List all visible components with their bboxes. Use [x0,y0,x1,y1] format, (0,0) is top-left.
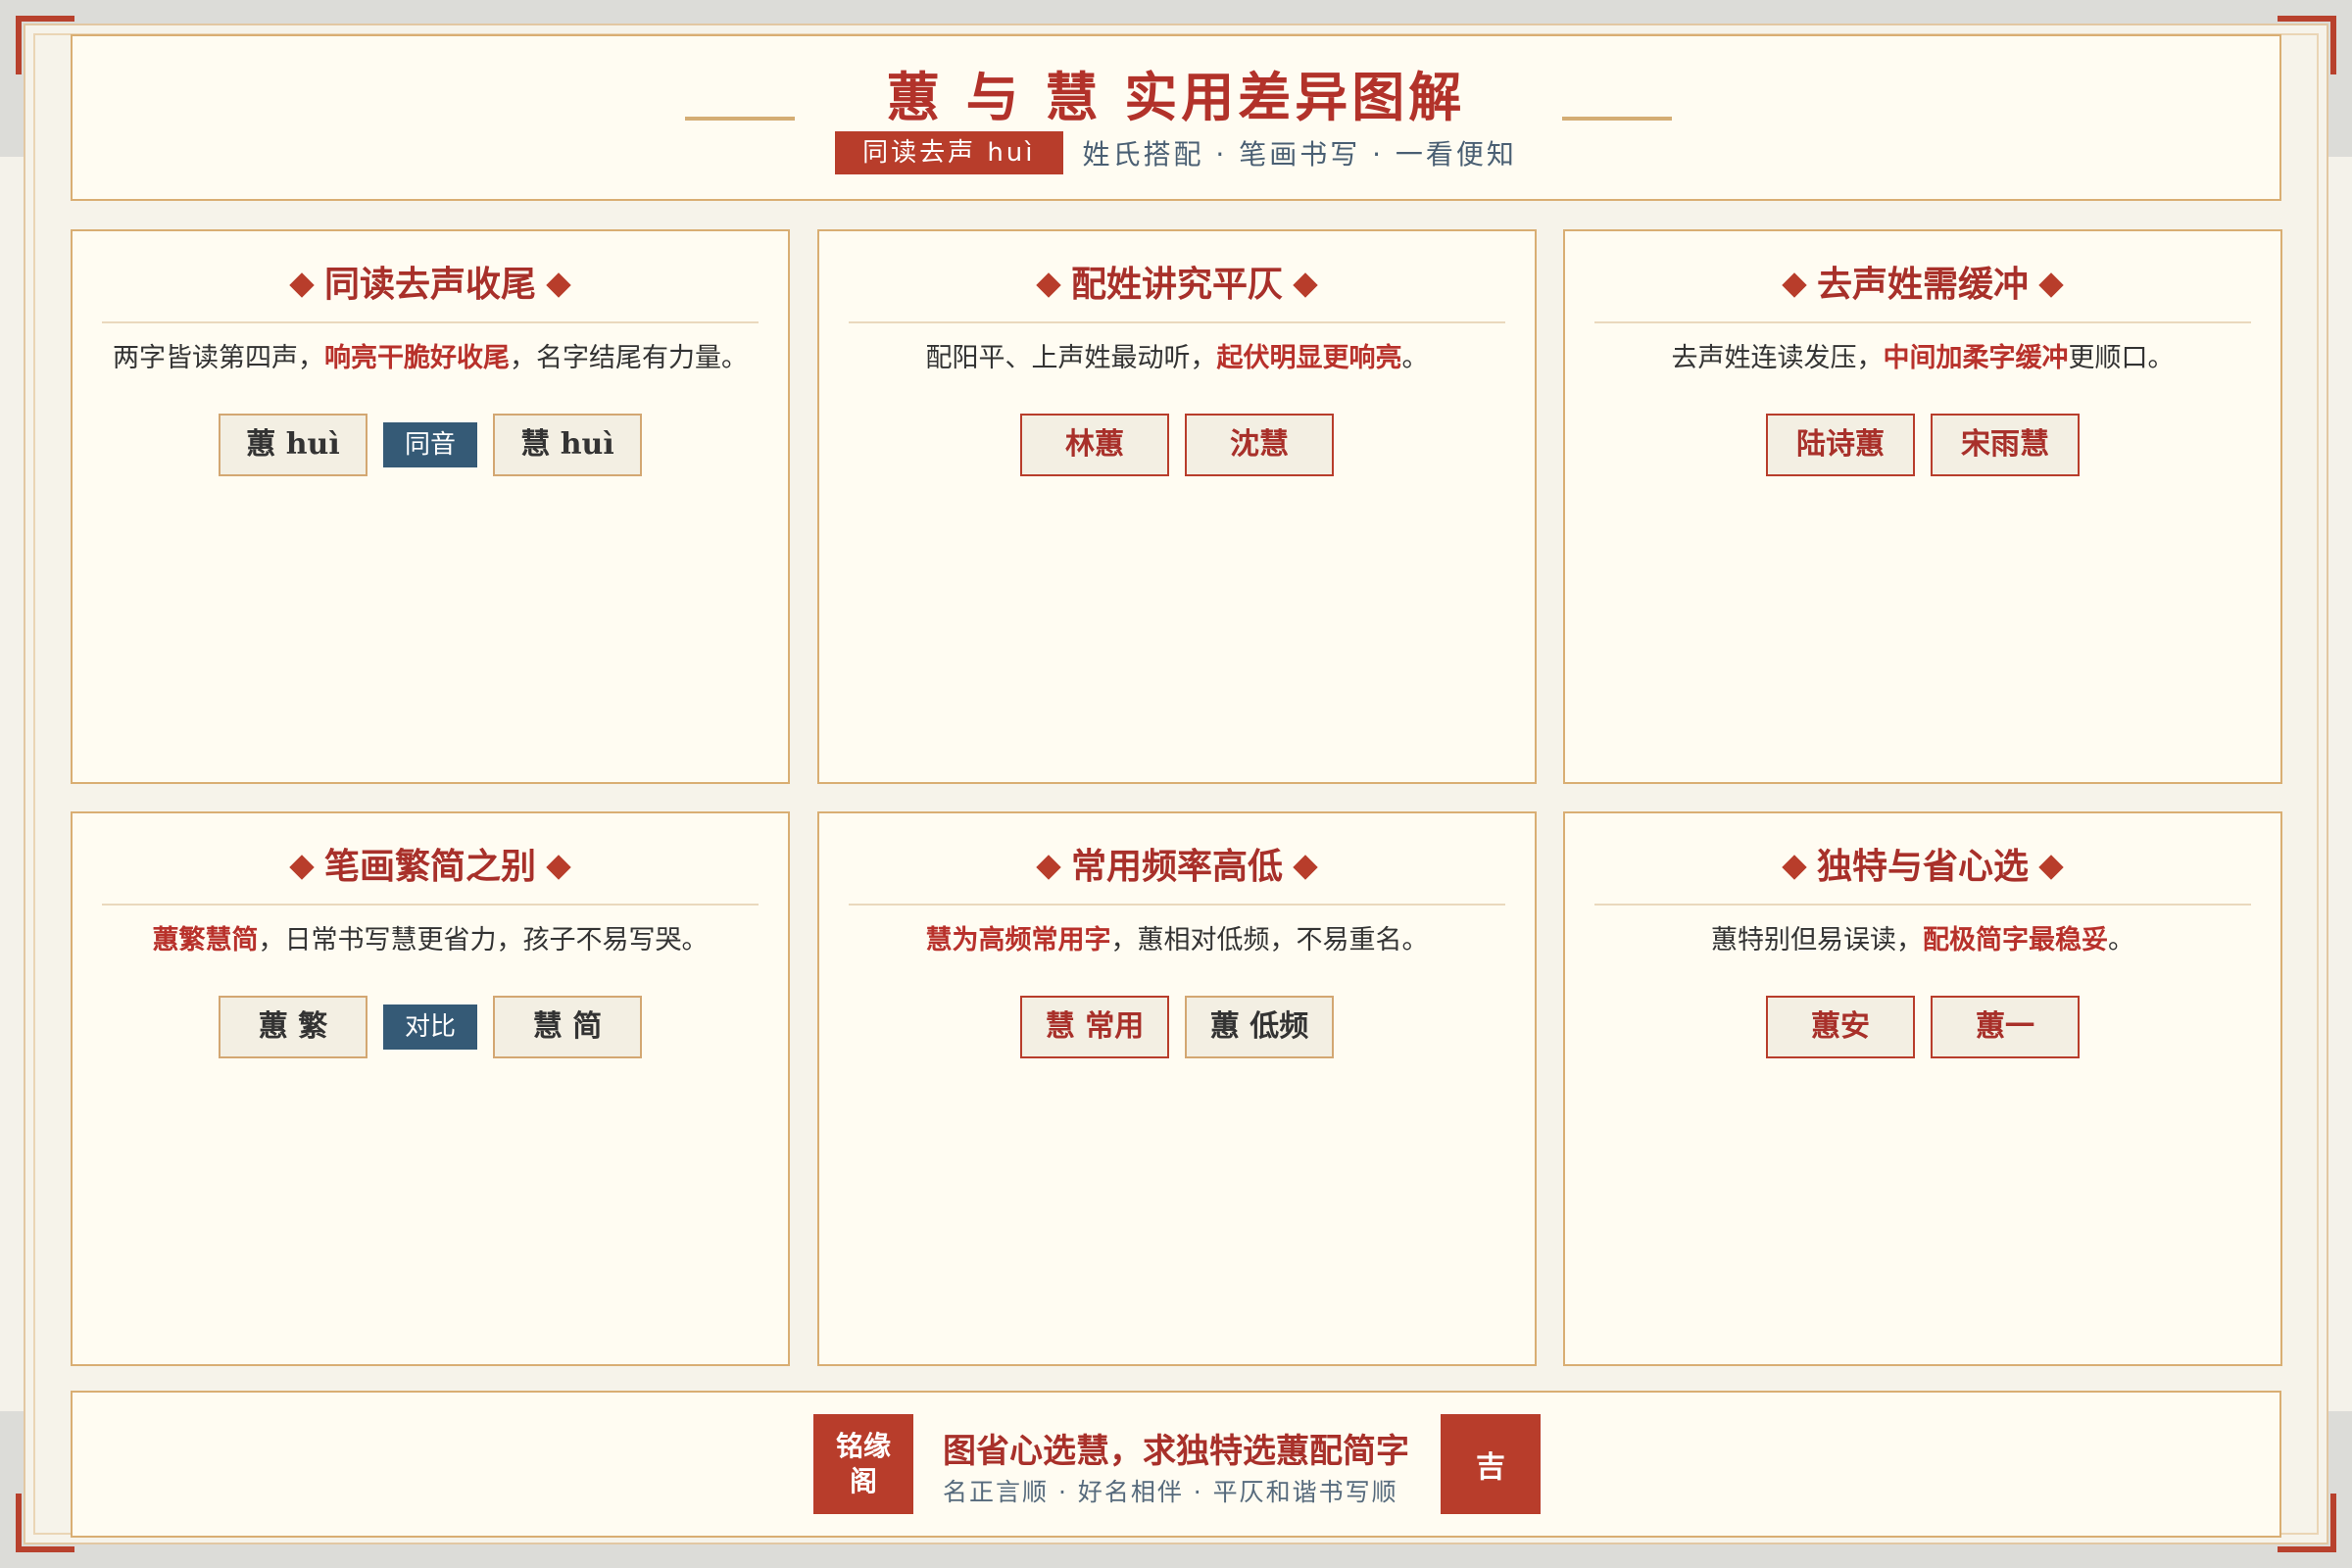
example-tags: 慧 常用 蕙 低频 [819,996,1535,1058]
card-same-tone: 同读去声收尾 两字皆读第四声，响亮干脆好收尾，名字结尾有力量。 蕙 huì 同音… [71,229,790,784]
diamond-icon [1036,272,1061,298]
card-header: 独特与省心选 [1594,841,2251,906]
card-title: 常用频率高低 [1070,846,1283,887]
example-tags: 林蕙 沈慧 [819,414,1535,476]
diamond-icon [546,855,571,880]
desc-highlight: 配极简字最稳妥 [1923,925,2108,956]
diamond-icon [1782,855,1807,880]
diamond-icon [1036,855,1061,880]
diamond-icon [2038,855,2064,880]
desc-highlight: 起伏明显更响亮 [1216,343,1402,373]
card-description: 去声姓连读发压，中间加柔字缓冲更顺口。 [1585,339,2261,378]
diamond-icon [289,855,315,880]
example-tag: 蕙 低频 [1185,996,1334,1058]
relation-badge: 同音 [383,422,477,467]
card-header: 同读去声收尾 [102,259,759,323]
page-subtitle: 姓氏搭配 · 笔画书写 · 一看便知 [1082,138,1517,171]
luck-seal: 吉 [1441,1414,1541,1514]
card-description: 两字皆读第四声，响亮干脆好收尾，名字结尾有力量。 [92,339,768,378]
card-description: 蕙繁慧简，日常书写慧更省力，孩子不易写哭。 [92,921,768,960]
corner-ornament-top-right [2278,16,2336,74]
card-buffer-word: 去声姓需缓冲 去声姓连读发压，中间加柔字缓冲更顺口。 陆诗蕙 宋雨慧 [1563,229,2282,784]
pronunciation-badge: 同读去声 huì [835,131,1063,174]
example-tag: 慧 常用 [1020,996,1169,1058]
desc-text: 更顺口。 [2068,343,2175,373]
footer-slogan: 图省心选慧，求独特选蕙配简字 [943,1432,1409,1471]
desc-highlight: 慧为高频常用字 [925,925,1111,956]
diamond-icon [1782,272,1807,298]
desc-highlight: 响亮干脆好收尾 [324,343,510,373]
page-title: 蕙 与 慧 实用差异图解 [886,66,1466,128]
card-stroke-complexity: 笔画繁简之别 蕙繁慧简，日常书写慧更省力，孩子不易写哭。 蕙 繁 对比 慧 简 [71,811,790,1366]
card-title: 独特与省心选 [1816,846,2029,887]
desc-text: 。 [1401,343,1429,373]
relation-badge: 对比 [383,1004,477,1050]
example-tag: 陆诗蕙 [1766,414,1915,476]
corner-ornament-bottom-left [16,1494,74,1552]
subtitle-row: 同读去声 huì 姓氏搭配 · 笔画书写 · 一看便知 [73,131,2279,174]
card-unique-choice: 独特与省心选 蕙特别但易误读，配极简字最稳妥。 蕙安 蕙一 [1563,811,2282,1366]
example-tag: 沈慧 [1185,414,1334,476]
example-tag: 慧 huì [493,414,642,476]
diamond-icon [2038,272,2064,298]
diamond-icon [546,272,571,298]
example-tag: 蕙 繁 [219,996,368,1058]
card-title: 去声姓需缓冲 [1816,264,2029,305]
card-description: 慧为高频常用字，蕙相对低频，不易重名。 [839,921,1515,960]
example-tag: 慧 简 [493,996,642,1058]
example-tag: 蕙安 [1766,996,1915,1058]
example-tag: 蕙 huì [219,414,368,476]
footer-subtitle: 名正言顺 · 好名相伴 · 平仄和谐书写顺 [943,1478,1398,1506]
footer-panel: 铭缘阁 图省心选慧，求独特选蕙配简字 名正言顺 · 好名相伴 · 平仄和谐书写顺… [71,1391,2281,1538]
card-title: 同读去声收尾 [323,264,536,305]
card-header: 常用频率高低 [849,841,1505,906]
card-tone-pairing: 配姓讲究平仄 配阳平、上声姓最动听，起伏明显更响亮。 林蕙 沈慧 [817,229,1537,784]
corner-ornament-top-left [16,16,74,74]
desc-text: 配阳平、上声姓最动听， [925,343,1217,373]
desc-text: 。 [2108,925,2134,956]
desc-highlight: 蕙繁慧简 [152,925,259,956]
desc-highlight: 中间加柔字缓冲 [1883,343,2069,373]
example-tags: 陆诗蕙 宋雨慧 [1565,414,2280,476]
desc-text: 去声姓连读发压， [1671,343,1884,373]
example-tag: 宋雨慧 [1931,414,2080,476]
desc-text: 蕙特别但易误读， [1711,925,1923,956]
card-title: 笔画繁简之别 [323,846,536,887]
card-title: 配姓讲究平仄 [1070,264,1283,305]
example-tags: 蕙安 蕙一 [1565,996,2280,1058]
corner-ornament-bottom-right [2278,1494,2336,1552]
example-tags: 蕙 繁 对比 慧 简 [73,996,788,1058]
card-header: 配姓讲究平仄 [849,259,1505,323]
desc-text: ，名字结尾有力量。 [510,343,748,373]
desc-text: ，日常书写慧更省力，孩子不易写哭。 [258,925,709,956]
card-usage-frequency: 常用频率高低 慧为高频常用字，蕙相对低频，不易重名。 慧 常用 蕙 低频 [817,811,1537,1366]
diamond-icon [1293,272,1318,298]
header-panel: 蕙 与 慧 实用差异图解 同读去声 huì 姓氏搭配 · 笔画书写 · 一看便知 [71,34,2281,201]
example-tags: 蕙 huì 同音 慧 huì [73,414,788,476]
card-header: 笔画繁简之别 [102,841,759,906]
brand-seal: 铭缘阁 [813,1414,913,1514]
diamond-icon [289,272,315,298]
card-description: 配阳平、上声姓最动听，起伏明显更响亮。 [839,339,1515,378]
diamond-icon [1293,855,1318,880]
example-tag: 蕙一 [1931,996,2080,1058]
desc-text: 两字皆读第四声， [113,343,324,373]
desc-text: ，蕙相对低频，不易重名。 [1110,925,1429,956]
card-header: 去声姓需缓冲 [1594,259,2251,323]
example-tag: 林蕙 [1020,414,1169,476]
card-description: 蕙特别但易误读，配极简字最稳妥。 [1585,921,2261,960]
